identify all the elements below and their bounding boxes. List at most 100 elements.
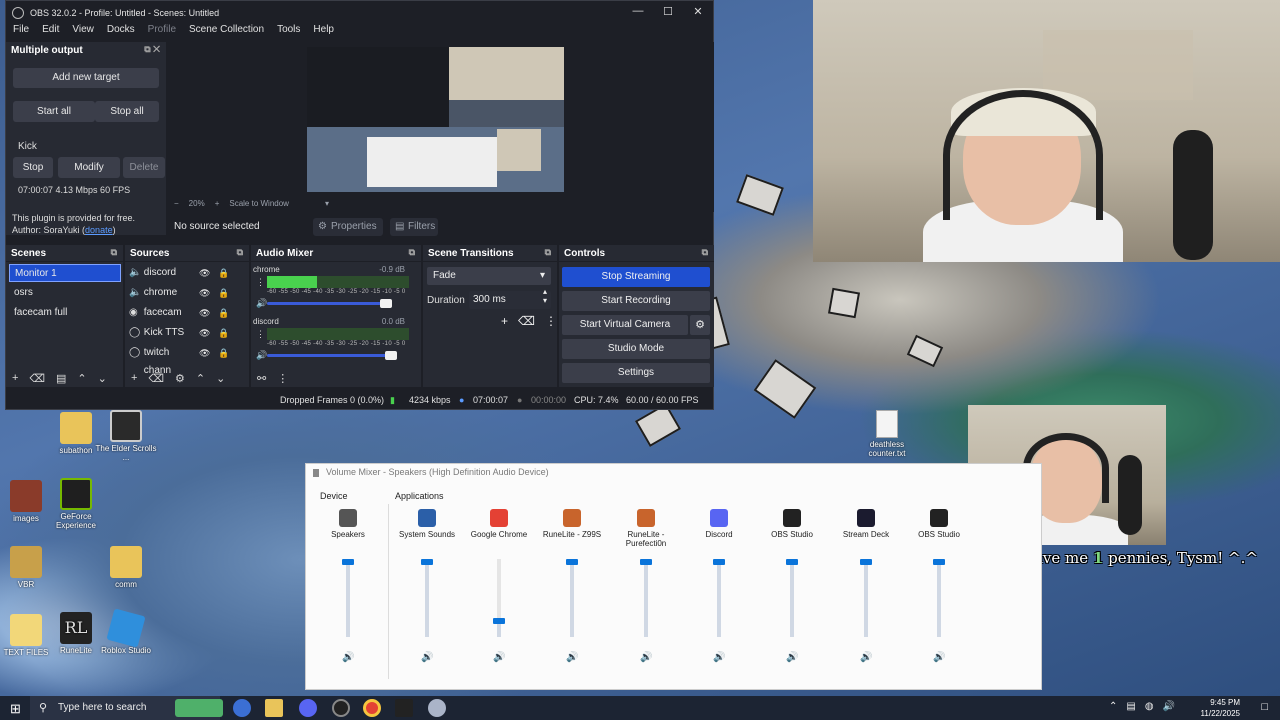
properties-button[interactable]: ⚙ Properties [313, 218, 383, 236]
dock-float-icon[interactable]: ⧉ [111, 247, 117, 258]
chevron-down-icon[interactable]: ▾ [325, 199, 329, 208]
zoom-in-icon[interactable]: + [215, 199, 220, 208]
volume-slider[interactable] [267, 351, 398, 360]
volume-thumb[interactable] [640, 559, 652, 565]
mute-speaker-icon[interactable]: 🔊 [421, 652, 433, 663]
taskbar-clock[interactable]: 9:45 PM 11/22/2025 [1201, 697, 1240, 719]
dock-controls-icon[interactable]: ⧉ ✕ [144, 44, 160, 55]
menu-view[interactable]: View [72, 24, 94, 40]
menu-help[interactable]: Help [313, 24, 334, 40]
start-recording-button[interactable]: Start Recording [562, 291, 710, 311]
menu-profile[interactable]: Profile [148, 24, 176, 40]
volume-thumb[interactable] [342, 559, 354, 565]
mute-speaker-icon[interactable]: 🔊 [640, 652, 652, 663]
volume-slider[interactable] [786, 559, 798, 637]
discord-icon[interactable] [299, 699, 317, 717]
volume-slider[interactable] [342, 559, 354, 637]
chevron-down-icon[interactable]: ⌄ [98, 372, 107, 385]
eye-icon[interactable]: 👁 [199, 344, 210, 362]
volume-slider[interactable] [713, 559, 725, 637]
dock-float-icon[interactable]: ⧉ [545, 247, 551, 258]
delete-target-button[interactable]: Delete [123, 157, 165, 178]
mute-speaker-icon[interactable]: 🔊 [933, 652, 945, 663]
file-explorer-icon[interactable] [265, 699, 283, 717]
kebab-menu-icon[interactable]: ⋮ [256, 329, 265, 340]
link-icon[interactable]: ⚯ [257, 372, 266, 385]
network-icon[interactable]: ▤ [1126, 701, 1135, 712]
eye-icon[interactable]: 👁 [199, 324, 210, 342]
filters-button[interactable]: ▤ Filters [390, 218, 438, 236]
source-item[interactable]: 🔈 discord 👁 🔒 [129, 264, 239, 282]
dock-float-icon[interactable]: ⧉ [409, 247, 415, 258]
obs-title-bar[interactable]: OBS 32.0.2 - Profile: Untitled - Scenes:… [6, 1, 713, 24]
volume-slider[interactable] [566, 559, 578, 637]
eye-icon[interactable]: 👁 [199, 284, 210, 302]
add-new-target-button[interactable]: Add new target [13, 68, 159, 88]
lock-icon[interactable]: 🔒 [218, 284, 229, 302]
volume-thumb[interactable] [933, 559, 945, 565]
mute-speaker-icon[interactable]: 🔊 [786, 652, 798, 663]
volume-slider[interactable] [640, 559, 652, 637]
source-item[interactable]: ◉ facecam 👁 🔒 [129, 304, 239, 322]
desktop-icon-comm[interactable]: comm [93, 546, 159, 589]
lock-icon[interactable]: 🔒 [218, 264, 229, 282]
studio-mode-button[interactable]: Studio Mode [562, 339, 710, 359]
source-item[interactable]: ◯ twitch chann 👁 🔒 [129, 344, 239, 376]
transition-select[interactable]: Fade ▾ [427, 267, 551, 285]
volume-slider[interactable] [421, 559, 433, 637]
dock-float-icon[interactable]: ⧉ [702, 247, 708, 258]
filter-icon[interactable]: ▤ [56, 372, 66, 385]
kebab-menu-icon[interactable]: ⋮ [256, 277, 265, 288]
eye-icon[interactable]: 👁 [199, 304, 210, 322]
minimize-icon[interactable]: — [623, 5, 653, 17]
slider-knob[interactable] [385, 351, 398, 360]
kebab-menu-icon[interactable]: ⋮ [277, 372, 288, 385]
taskbar-widget-icon[interactable] [175, 699, 223, 717]
browser-icon[interactable] [233, 699, 251, 717]
chevron-down-icon[interactable]: ⌄ [216, 372, 225, 385]
duration-input[interactable]: 300 ms ▴ ▾ [469, 287, 551, 309]
desktop-icon-geforce[interactable]: GeForce Experience [43, 478, 109, 530]
maximize-icon[interactable]: ☐ [653, 5, 683, 18]
desktop-icon-elder-scrolls[interactable]: The Elder Scrolls ... [93, 410, 159, 462]
chevron-up-icon[interactable]: ⌃ [77, 372, 86, 385]
source-item[interactable]: 🔈 chrome 👁 🔒 [129, 284, 239, 302]
trash-icon[interactable]: ⌫ [29, 372, 45, 385]
volume-slider[interactable] [933, 559, 945, 637]
lock-icon[interactable]: 🔒 [218, 304, 229, 322]
mute-speaker-icon[interactable]: 🔊 [493, 652, 505, 663]
gear-icon[interactable]: ⚙ [690, 315, 710, 335]
slider-knob[interactable] [379, 299, 392, 308]
volume-slider[interactable] [267, 299, 392, 308]
volume-slider[interactable] [860, 559, 872, 637]
menu-scene-collection[interactable]: Scene Collection [189, 24, 264, 40]
scene-item[interactable]: osrs [9, 284, 121, 302]
desktop-icon-deathless-counter[interactable]: deathless counter.txt [864, 410, 910, 458]
stop-target-button[interactable]: Stop [13, 157, 53, 178]
donate-link[interactable]: donate [85, 225, 113, 235]
zoom-out-icon[interactable]: − [174, 199, 179, 208]
trash-icon[interactable]: ⌫ [518, 314, 535, 328]
start-all-button[interactable]: Start all [13, 101, 95, 122]
stop-streaming-button[interactable]: Stop Streaming [562, 267, 710, 287]
windows-start-icon[interactable]: ⊞ [10, 701, 21, 717]
scene-item[interactable]: Monitor 1 [9, 264, 121, 282]
mute-speaker-icon[interactable]: 🔊 [566, 652, 578, 663]
volume-thumb[interactable] [421, 559, 433, 565]
settings-button[interactable]: Settings [562, 363, 710, 383]
desktop-icon-roblox-studio[interactable]: Roblox Studio [93, 608, 159, 655]
scale-mode[interactable]: Scale to Window [229, 199, 289, 208]
add-icon[interactable]: + [12, 372, 18, 385]
start-virtual-camera-button[interactable]: Start Virtual Camera [562, 315, 688, 335]
menu-tools[interactable]: Tools [277, 24, 300, 40]
kebab-menu-icon[interactable]: ⋮ [545, 314, 557, 328]
add-icon[interactable]: + [131, 372, 137, 385]
app-icon[interactable] [428, 699, 446, 717]
menu-edit[interactable]: Edit [42, 24, 59, 40]
stepper-icon[interactable]: ▴ ▾ [543, 287, 547, 305]
scene-item[interactable]: facecam full [9, 304, 121, 322]
volume-thumb[interactable] [713, 559, 725, 565]
microphone-icon[interactable]: ◍ [1145, 701, 1154, 712]
volume-slider[interactable] [493, 559, 505, 637]
modify-target-button[interactable]: Modify [58, 157, 120, 178]
